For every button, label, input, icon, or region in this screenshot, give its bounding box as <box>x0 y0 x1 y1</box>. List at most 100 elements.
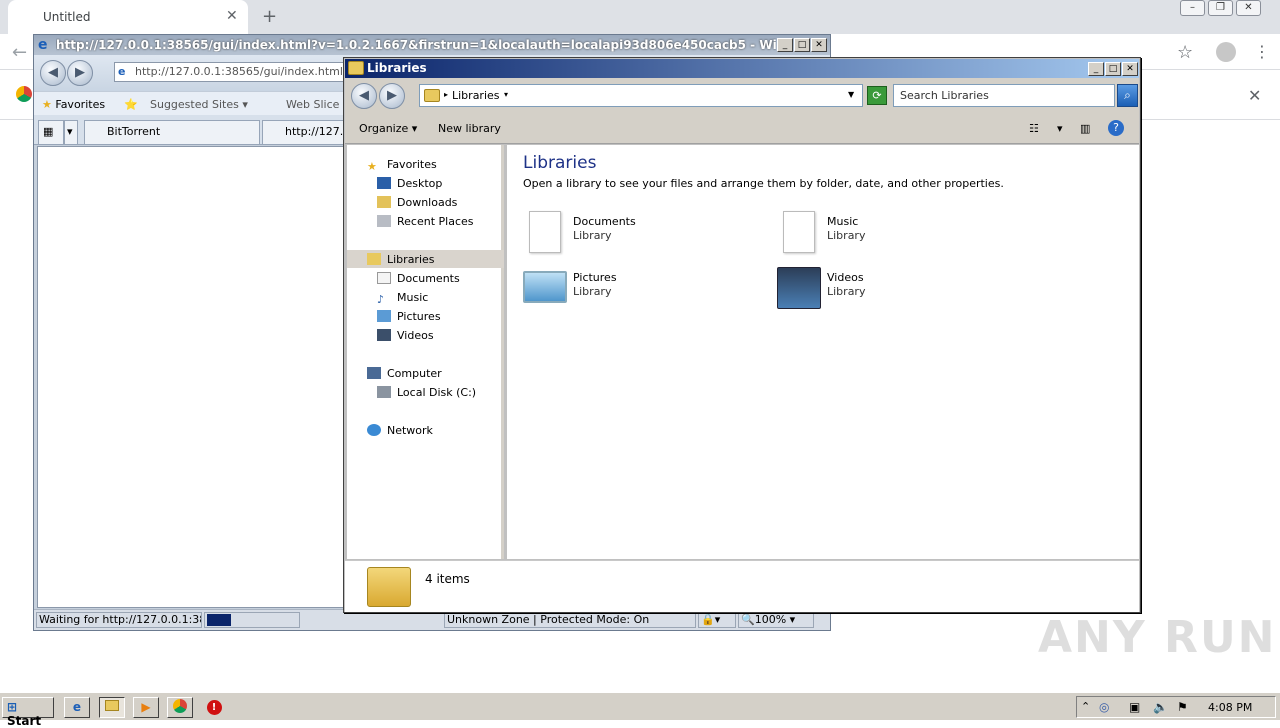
progress-bar <box>204 612 300 628</box>
network-connection-icon[interactable]: ▣ <box>1129 700 1140 714</box>
item-count: 4 items <box>425 572 470 586</box>
libraries-titlebar[interactable]: Libraries _ □ ✕ <box>345 59 1139 78</box>
library-documents[interactable]: Documents Library <box>521 211 751 259</box>
navigation-pane: ★ Favorites Desktop Downloads Recent Plac… <box>347 145 504 559</box>
organize-button[interactable]: Organize ▾ <box>359 122 417 135</box>
nav-music[interactable]: ♪ Music <box>377 288 428 307</box>
library-music[interactable]: Music Library <box>775 211 1005 259</box>
nav-libraries[interactable]: Libraries <box>367 250 435 269</box>
zoom-control[interactable]: 🔍100% ▾ <box>738 612 814 628</box>
clock[interactable]: 4:08 PM <box>1208 701 1252 714</box>
ie-taskbar-icon[interactable]: e <box>64 697 90 718</box>
close-icon[interactable]: ✕ <box>1122 62 1138 76</box>
show-hidden-icons-icon[interactable]: ⌃ <box>1081 700 1090 713</box>
music-file-icon <box>783 211 815 253</box>
zoom-icon: 🔍 <box>741 613 755 626</box>
minimize-icon[interactable]: – <box>1180 0 1205 16</box>
security-zone: Unknown Zone | Protected Mode: On <box>444 612 696 628</box>
suggested-sites-link[interactable]: Suggested Sites ▾ <box>150 98 248 111</box>
quick-tabs-icon[interactable]: ▦ <box>38 120 64 144</box>
nav-desktop[interactable]: Desktop <box>377 174 442 193</box>
pictures-icon <box>523 271 567 303</box>
close-icon[interactable]: ✕ <box>226 8 238 24</box>
ie-titlebar[interactable]: e http://127.0.0.1:38565/gui/index.html?… <box>34 35 830 55</box>
recent-places-icon <box>377 215 391 227</box>
maximize-icon[interactable]: □ <box>1105 62 1121 76</box>
library-videos[interactable]: Videos Library <box>775 267 1005 315</box>
details-pane: 4 items <box>345 560 1139 612</box>
libraries-navbar: ◀ ▶ ▸ Libraries ▾ ▼ ⟳ Search Libraries ⌕ <box>345 78 1139 114</box>
nav-recent-places[interactable]: Recent Places <box>377 212 474 231</box>
stop-icon[interactable]: ! <box>201 697 227 718</box>
ie-logo-icon: e <box>38 37 48 53</box>
nav-documents[interactable]: Documents <box>377 269 460 288</box>
restore-icon[interactable]: ❐ <box>1208 0 1233 16</box>
back-button[interactable]: ◀ <box>40 60 66 86</box>
infobar-close-icon[interactable]: ✕ <box>1248 86 1261 105</box>
address-bar[interactable]: http://127.0.0.1:38565/gui/index.html?v= <box>114 62 374 82</box>
forward-button[interactable]: ▶ <box>67 60 93 86</box>
ie-window-title: http://127.0.0.1:38565/gui/index.html?v=… <box>56 38 776 52</box>
back-arrow-icon[interactable]: ← <box>12 42 27 63</box>
status-text: Waiting for http://127.0.0.1:3856 <box>36 612 202 628</box>
chrome-tab-title: Untitled <box>43 10 91 24</box>
folder-icon <box>348 61 364 75</box>
media-player-taskbar-icon[interactable]: ▶ <box>133 697 159 718</box>
refresh-icon[interactable]: ⟳ <box>867 86 887 105</box>
preview-pane-icon[interactable]: ▥ <box>1080 122 1090 135</box>
library-pictures[interactable]: Pictures Library <box>521 267 751 315</box>
help-icon[interactable]: ? <box>1108 120 1124 136</box>
close-icon[interactable]: ✕ <box>1236 0 1261 16</box>
maximize-icon[interactable]: □ <box>794 38 810 52</box>
nav-local-disk[interactable]: Local Disk (C:) <box>377 383 476 402</box>
views-icon[interactable]: ☷ <box>1029 122 1039 135</box>
breadcrumb-libraries[interactable]: Libraries <box>452 89 500 102</box>
page-subtitle: Open a library to see your files and arr… <box>523 177 1004 190</box>
bookmark-star-icon[interactable]: ☆ <box>1177 42 1193 63</box>
libraries-icon <box>367 253 381 265</box>
nav-computer[interactable]: Computer <box>367 364 442 383</box>
nav-network[interactable]: Network <box>367 421 433 440</box>
video-film-icon <box>777 267 821 309</box>
nav-videos[interactable]: Videos <box>377 326 434 345</box>
content-pane: Libraries Open a library to see your fil… <box>507 145 1139 559</box>
libraries-window-controls: _ □ ✕ <box>1087 61 1138 76</box>
search-input[interactable]: Search Libraries <box>893 84 1115 107</box>
new-tab-button[interactable]: + <box>262 6 277 27</box>
desktop-icon <box>377 177 391 189</box>
page-title: Libraries <box>523 153 597 173</box>
views-dropdown-icon[interactable]: ▾ <box>1057 122 1063 135</box>
pictures-icon <box>377 310 391 322</box>
volume-icon[interactable]: 🔈 <box>1153 700 1168 714</box>
chrome-taskbar-icon[interactable] <box>167 697 193 718</box>
kebab-menu-icon[interactable]: ⋮ <box>1254 42 1270 61</box>
chevron-right-icon[interactable]: ▸ <box>444 90 448 99</box>
back-button[interactable]: ◀ <box>351 83 377 109</box>
address-dropdown-icon[interactable]: ▼ <box>848 90 854 99</box>
avatar[interactable] <box>1216 42 1236 62</box>
search-icon[interactable]: ⌕ <box>1117 84 1138 107</box>
forward-button[interactable]: ▶ <box>379 83 405 109</box>
new-library-button[interactable]: New library <box>438 122 501 135</box>
computer-icon <box>367 367 381 379</box>
nav-pictures[interactable]: Pictures <box>377 307 441 326</box>
favorites-button[interactable]: ★ Favorites <box>42 98 105 111</box>
breadcrumb[interactable]: ▸ Libraries ▾ ▼ <box>419 84 863 107</box>
tab-list-dropdown[interactable]: ▾ <box>64 120 78 144</box>
start-button[interactable]: ⊞ Start <box>2 697 54 728</box>
minimize-icon[interactable]: _ <box>777 38 793 52</box>
network-tray-icon[interactable]: ◎ <box>1099 700 1109 714</box>
action-center-flag-icon[interactable]: ⚑ <box>1177 700 1188 714</box>
progress-fill <box>207 614 231 626</box>
minimize-icon[interactable]: _ <box>1088 62 1104 76</box>
tab-localhost[interactable]: http://127.0 <box>262 120 352 144</box>
chevron-down-icon[interactable]: ▾ <box>504 90 508 99</box>
web-slice-gallery-link[interactable]: Web Slice G <box>286 98 351 111</box>
add-favorite-icon[interactable]: ⭐ <box>124 98 138 111</box>
close-icon[interactable]: ✕ <box>811 38 827 52</box>
nav-downloads[interactable]: Downloads <box>377 193 457 212</box>
tab-bittorrent[interactable]: BitTorrent <box>84 120 260 144</box>
explorer-taskbar-icon[interactable] <box>99 697 125 718</box>
nav-favorites[interactable]: ★ Favorites <box>367 155 437 174</box>
protected-mode-icon[interactable]: 🔒▾ <box>698 612 736 628</box>
